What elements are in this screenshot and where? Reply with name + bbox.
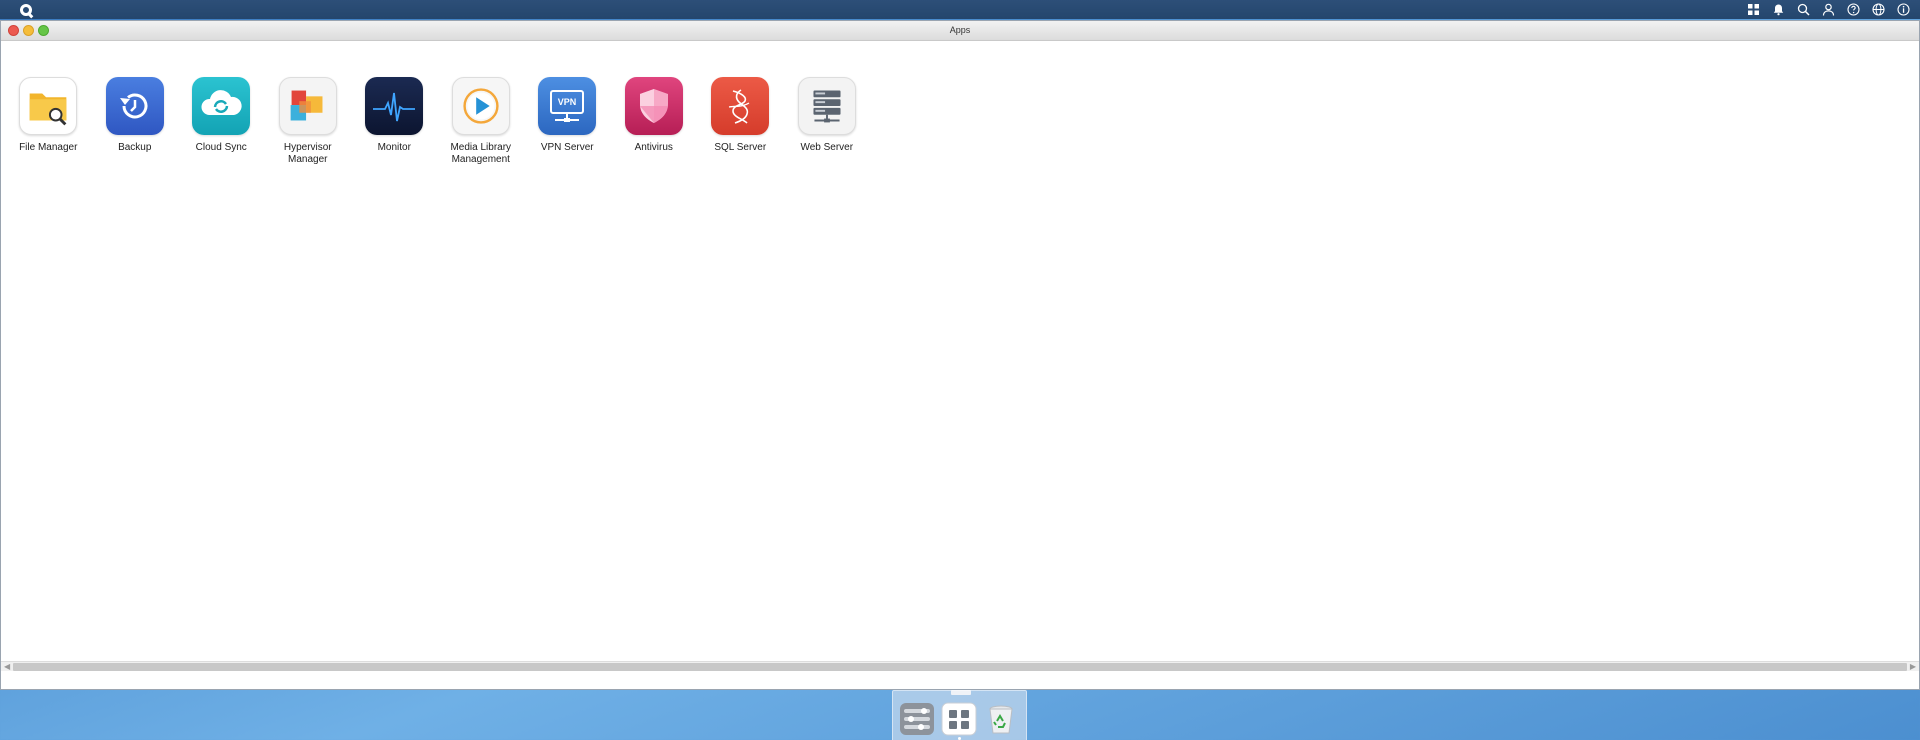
monitor-icon: [365, 77, 424, 135]
app-label: Monitor: [377, 142, 411, 153]
app-backup[interactable]: Backup: [92, 77, 179, 154]
app-label: Web Server: [800, 142, 854, 153]
user-icon[interactable]: [1822, 3, 1835, 16]
app-cloud-sync[interactable]: Cloud Sync: [178, 77, 265, 154]
vpn-server-icon: VPN: [538, 77, 597, 135]
apps-launcher-icon[interactable]: [941, 701, 977, 737]
app-label: SQL Server: [714, 142, 767, 153]
app-sql-server[interactable]: SQL Server: [697, 77, 784, 154]
app-web-server[interactable]: Web Server: [784, 77, 871, 154]
recycle-bin-icon[interactable]: [983, 701, 1019, 737]
globe-icon[interactable]: [1872, 3, 1885, 16]
app-file-manager[interactable]: File Manager: [5, 77, 92, 154]
window-title: Apps: [949, 25, 971, 35]
apps-grid: File Manager Backup Cloud Sync Hyperviso…: [1, 41, 1919, 671]
top-bar-icons: [1747, 3, 1910, 16]
app-monitor[interactable]: Monitor: [351, 77, 438, 154]
app-label: File Manager: [19, 142, 78, 153]
control-panel-icon[interactable]: [899, 701, 935, 737]
apps-grid-icon[interactable]: [1747, 3, 1760, 16]
antivirus-icon: [624, 77, 683, 135]
window-title-bar[interactable]: Apps: [1, 21, 1919, 41]
app-antivirus[interactable]: Antivirus: [611, 77, 698, 154]
search-icon[interactable]: [1797, 3, 1810, 16]
app-label: Cloud Sync: [195, 142, 247, 153]
vpn-badge-text: VPN: [558, 97, 577, 107]
app-label: VPN Server: [540, 142, 594, 153]
scrollbar-thumb[interactable]: [13, 663, 1907, 671]
hypervisor-icon: [278, 77, 337, 135]
app-label: Backup: [118, 142, 152, 153]
web-server-icon: [797, 77, 856, 135]
horizontal-scrollbar[interactable]: ◀ ▶: [1, 661, 1919, 671]
system-logo-icon[interactable]: [20, 3, 32, 16]
system-top-bar: [0, 0, 1920, 19]
file-manager-icon: [19, 77, 78, 135]
bell-icon[interactable]: [1772, 3, 1785, 16]
app-media-library[interactable]: Media Library Management: [438, 77, 525, 166]
app-vpn-server[interactable]: VPN VPN Server: [524, 77, 611, 154]
apps-window: Apps File Manager Backup Cloud Sync Hype…: [0, 20, 1920, 690]
scroll-left-icon[interactable]: ◀: [4, 662, 10, 672]
scroll-right-icon[interactable]: ▶: [1910, 662, 1916, 672]
dock: [892, 690, 1027, 740]
app-hypervisor-manager[interactable]: Hypervisor Manager: [265, 77, 352, 166]
app-label: Antivirus: [634, 142, 673, 153]
backup-icon: [105, 77, 164, 135]
cloud-sync-icon: [192, 77, 251, 135]
app-label: Media Library Management: [450, 142, 512, 165]
info-icon[interactable]: [1897, 3, 1910, 16]
sql-server-icon: [711, 77, 770, 135]
help-icon[interactable]: [1847, 3, 1860, 16]
app-label: Hypervisor Manager: [283, 142, 332, 165]
media-library-icon: [451, 77, 510, 135]
